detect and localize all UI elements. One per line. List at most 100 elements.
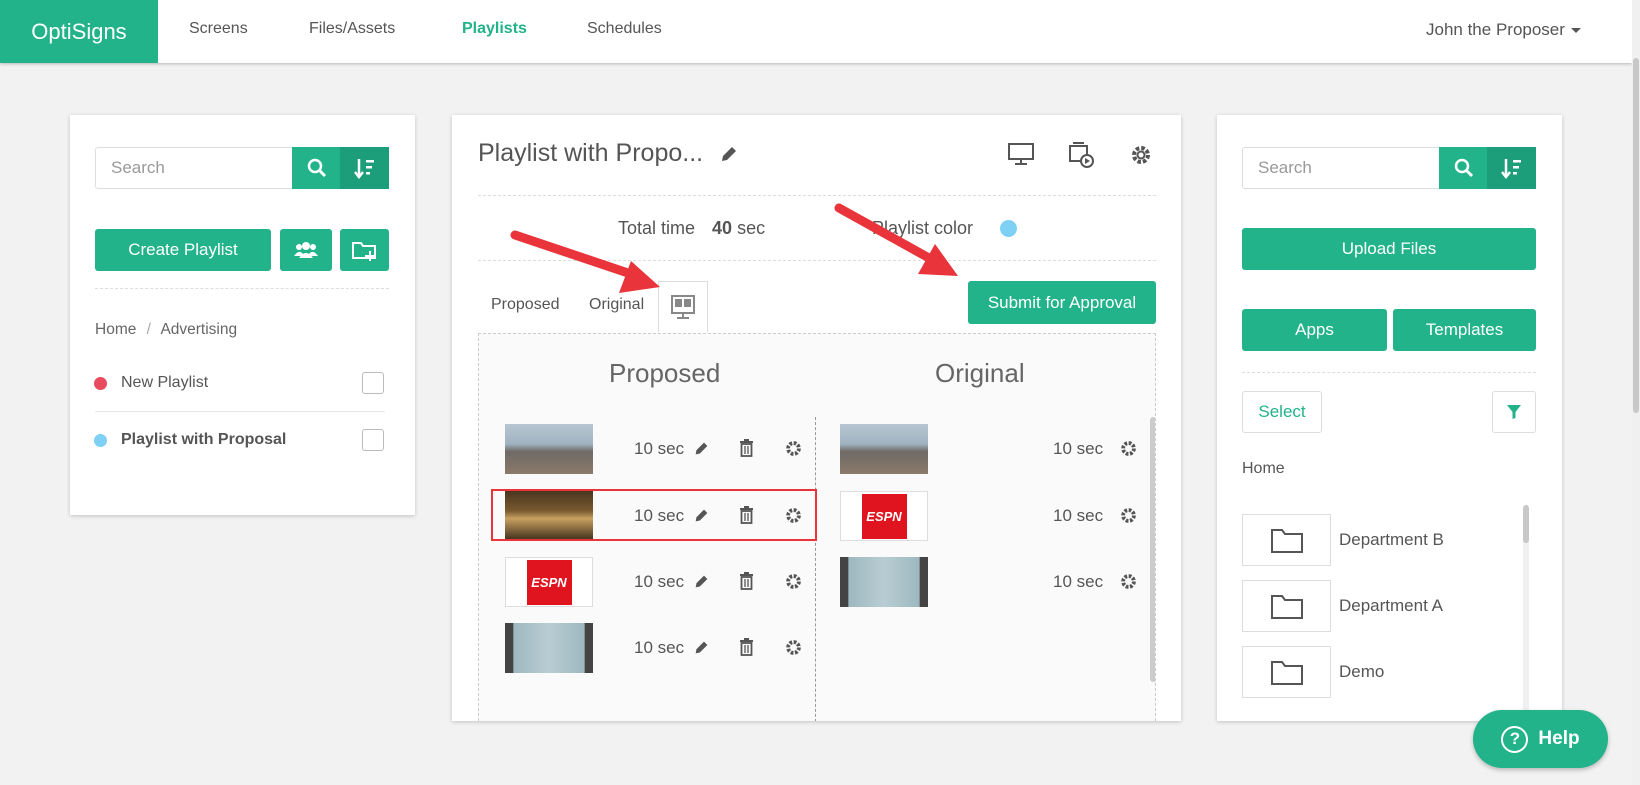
- divider: [95, 411, 385, 412]
- trash-icon[interactable]: [739, 638, 754, 656]
- tab-proposed[interactable]: Proposed: [491, 296, 560, 314]
- templates-button[interactable]: Templates: [1393, 309, 1536, 351]
- gear-icon[interactable]: [1120, 440, 1137, 457]
- original-scrollbar[interactable]: [1150, 417, 1155, 682]
- nav-schedules[interactable]: Schedules: [587, 20, 662, 38]
- help-label: Help: [1538, 728, 1580, 749]
- folder-icon: [1270, 661, 1303, 685]
- search-icon: [1454, 158, 1473, 178]
- divider: [95, 288, 389, 289]
- original-item[interactable]: ESPN 10 sec: [840, 491, 1136, 541]
- sort-icon: [353, 159, 374, 179]
- user-menu[interactable]: John the Proposer: [1426, 20, 1581, 40]
- folder-item[interactable]: Demo: [1242, 646, 1512, 698]
- breadcrumb: Home / Advertising: [95, 321, 237, 339]
- proposed-item[interactable]: 10 sec: [505, 424, 801, 474]
- sort-button[interactable]: [340, 147, 389, 189]
- original-header: Original: [935, 358, 1025, 388]
- nav-screens[interactable]: Screens: [189, 20, 248, 38]
- share-playlist-button[interactable]: [280, 229, 332, 271]
- item-duration: 10 sec: [1053, 439, 1104, 458]
- search-button[interactable]: [1439, 147, 1488, 189]
- proposed-item[interactable]: ESPN 10 sec: [505, 557, 801, 607]
- original-item[interactable]: 10 sec: [840, 557, 1136, 607]
- gear-icon[interactable]: [785, 639, 802, 656]
- item-duration: 10 sec: [634, 439, 685, 458]
- asset-search-input[interactable]: Search: [1242, 147, 1442, 189]
- monitor-icon[interactable]: [1008, 143, 1034, 165]
- gear-icon[interactable]: [785, 440, 802, 457]
- item-duration: 10 sec: [634, 638, 685, 657]
- playlist-checkbox[interactable]: [362, 372, 384, 394]
- playlist-color-swatch[interactable]: [1000, 220, 1017, 237]
- select-button[interactable]: Select: [1242, 391, 1322, 433]
- submit-for-approval-button[interactable]: Submit for Approval: [968, 281, 1156, 324]
- total-time-label: Total time: [618, 218, 696, 238]
- playlist-checkbox[interactable]: [362, 429, 384, 451]
- item-thumbnail: [505, 424, 593, 474]
- page-scrollbar[interactable]: [1632, 0, 1640, 785]
- breadcrumb-home[interactable]: Home: [95, 321, 136, 338]
- asset-breadcrumb-home[interactable]: Home: [1242, 460, 1285, 478]
- nav-files-assets[interactable]: Files/Assets: [309, 20, 395, 38]
- pencil-icon[interactable]: [694, 640, 709, 655]
- folder-label: Department A: [1339, 596, 1443, 615]
- original-item[interactable]: 10 sec: [840, 424, 1136, 474]
- search-button[interactable]: [292, 147, 341, 189]
- playlist-item-new[interactable]: New Playlist: [94, 363, 384, 403]
- playlist-item-label: New Playlist: [121, 374, 209, 391]
- proposed-header: Proposed: [609, 358, 721, 388]
- filter-button[interactable]: [1492, 391, 1536, 433]
- page-scrollbar-thumb[interactable]: [1633, 58, 1639, 413]
- proposed-item[interactable]: 10 sec: [505, 623, 801, 673]
- gear-icon[interactable]: [1120, 507, 1137, 524]
- users-icon: [294, 242, 318, 258]
- item-duration: 10 sec: [1053, 572, 1104, 591]
- item-thumbnail: [505, 623, 593, 673]
- total-time: Total time 40 sec: [618, 218, 765, 239]
- folder-icon: [1270, 529, 1303, 553]
- playlist-color-dot: [94, 376, 107, 390]
- question-icon: ?: [1501, 725, 1529, 753]
- nav-playlists[interactable]: Playlists: [462, 20, 527, 38]
- compare-icon: [671, 295, 695, 319]
- folder-label: Department B: [1339, 530, 1444, 549]
- pencil-icon[interactable]: [694, 441, 709, 456]
- trash-icon[interactable]: [739, 572, 754, 590]
- apps-button[interactable]: Apps: [1242, 309, 1387, 351]
- user-name: John the Proposer: [1426, 20, 1565, 39]
- pencil-icon[interactable]: [694, 574, 709, 589]
- upload-files-button[interactable]: Upload Files: [1242, 228, 1536, 270]
- breadcrumb-separator: /: [146, 321, 151, 338]
- gear-icon[interactable]: [1130, 144, 1152, 166]
- divider: [478, 195, 1156, 196]
- item-thumbnail: ESPN: [505, 557, 593, 607]
- gear-icon[interactable]: [785, 573, 802, 590]
- gear-icon[interactable]: [1120, 573, 1137, 590]
- sort-button[interactable]: [1487, 147, 1536, 189]
- divider: [1242, 372, 1536, 373]
- search-icon: [307, 158, 326, 178]
- create-playlist-button[interactable]: Create Playlist: [95, 229, 271, 271]
- playlist-item-proposal[interactable]: Playlist with Proposal: [94, 420, 384, 460]
- preview-icon[interactable]: [1069, 142, 1095, 168]
- new-folder-button[interactable]: [340, 229, 389, 271]
- help-button[interactable]: ? Help: [1473, 710, 1608, 768]
- divider: [478, 260, 1156, 261]
- playlist-search-input[interactable]: Search: [95, 147, 295, 189]
- playlist-color-dot: [94, 433, 107, 447]
- tab-compare[interactable]: [658, 281, 708, 333]
- asset-list-scrollbar[interactable]: [1523, 505, 1529, 721]
- trash-icon[interactable]: [739, 439, 754, 457]
- asset-list-scrollbar-thumb[interactable]: [1523, 505, 1529, 543]
- pencil-icon[interactable]: [720, 145, 738, 163]
- tab-original[interactable]: Original: [589, 296, 644, 314]
- folder-item[interactable]: Department A: [1242, 580, 1512, 632]
- item-thumbnail: [840, 424, 928, 474]
- top-nav-bar: OptiSigns Screens Files/Assets Playlists…: [0, 0, 1632, 63]
- folder-item[interactable]: Department B: [1242, 514, 1512, 566]
- brand-logo[interactable]: OptiSigns: [0, 0, 158, 63]
- total-time-unit: sec: [737, 218, 766, 238]
- assets-panel: Search Upload Files Apps Templates Selec…: [1217, 115, 1562, 721]
- total-time-value: 40: [712, 218, 733, 238]
